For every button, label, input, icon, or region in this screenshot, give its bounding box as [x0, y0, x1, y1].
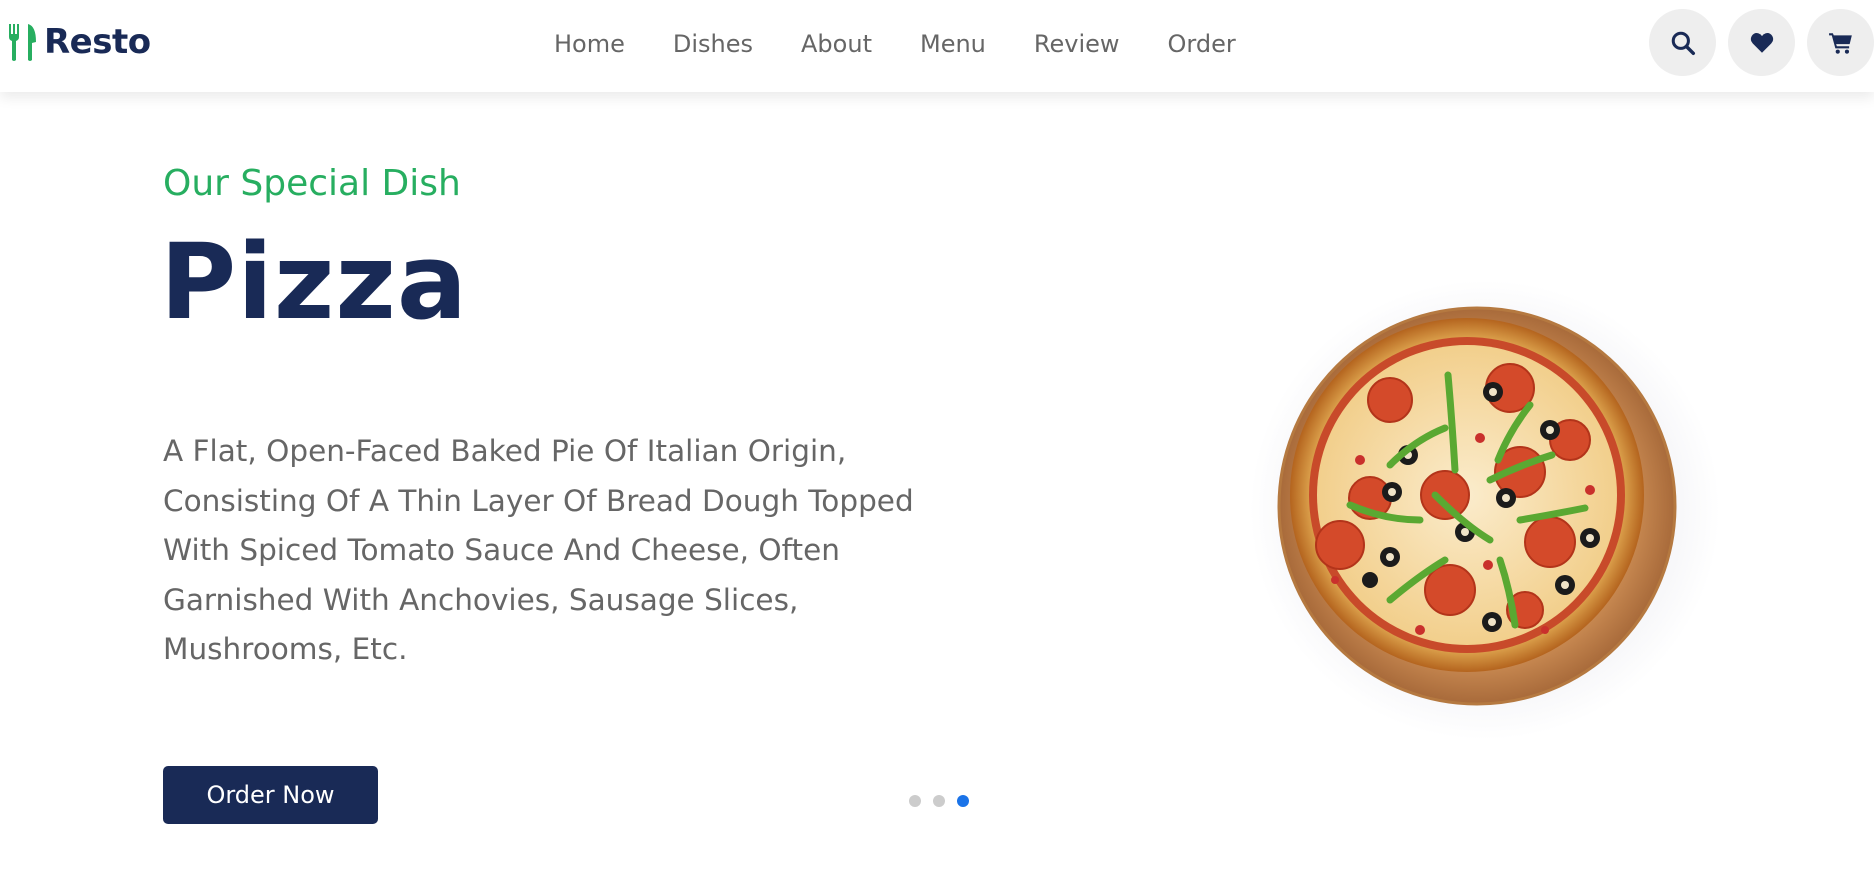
- cart-button[interactable]: [1807, 9, 1874, 76]
- slider-dot-1[interactable]: [909, 795, 921, 807]
- wishlist-button[interactable]: [1728, 9, 1795, 76]
- nav-about[interactable]: About: [777, 22, 896, 66]
- brand-name: Resto: [44, 22, 151, 62]
- header-icons: [1649, 9, 1874, 76]
- slider-dot-3[interactable]: [957, 795, 969, 807]
- heart-icon: [1750, 32, 1773, 53]
- hero-subtitle: Our Special Dish: [163, 163, 461, 204]
- hero-title: Pizza: [160, 221, 469, 343]
- nav-home[interactable]: Home: [554, 22, 649, 66]
- nav-review[interactable]: Review: [1010, 22, 1144, 66]
- search-button[interactable]: [1649, 9, 1716, 76]
- site-header: Resto Home Dishes About Menu Review Orde…: [0, 0, 1874, 92]
- order-now-button[interactable]: Order Now: [163, 766, 378, 824]
- nav-menu[interactable]: Menu: [896, 22, 1010, 66]
- utensils-icon: [9, 24, 36, 61]
- cart-icon: [1828, 32, 1852, 54]
- slider-pagination: [909, 795, 969, 807]
- main-nav: Home Dishes About Menu Review Order: [554, 22, 1260, 66]
- nav-order[interactable]: Order: [1144, 22, 1260, 66]
- search-icon: [1671, 31, 1695, 55]
- pizza-image: [1230, 280, 1720, 760]
- nav-dishes[interactable]: Dishes: [649, 22, 777, 66]
- slider-dot-2[interactable]: [933, 795, 945, 807]
- hero-description: A Flat, Open-Faced Baked Pie Of Italian …: [163, 434, 914, 666]
- brand-logo[interactable]: Resto: [6, 22, 151, 62]
